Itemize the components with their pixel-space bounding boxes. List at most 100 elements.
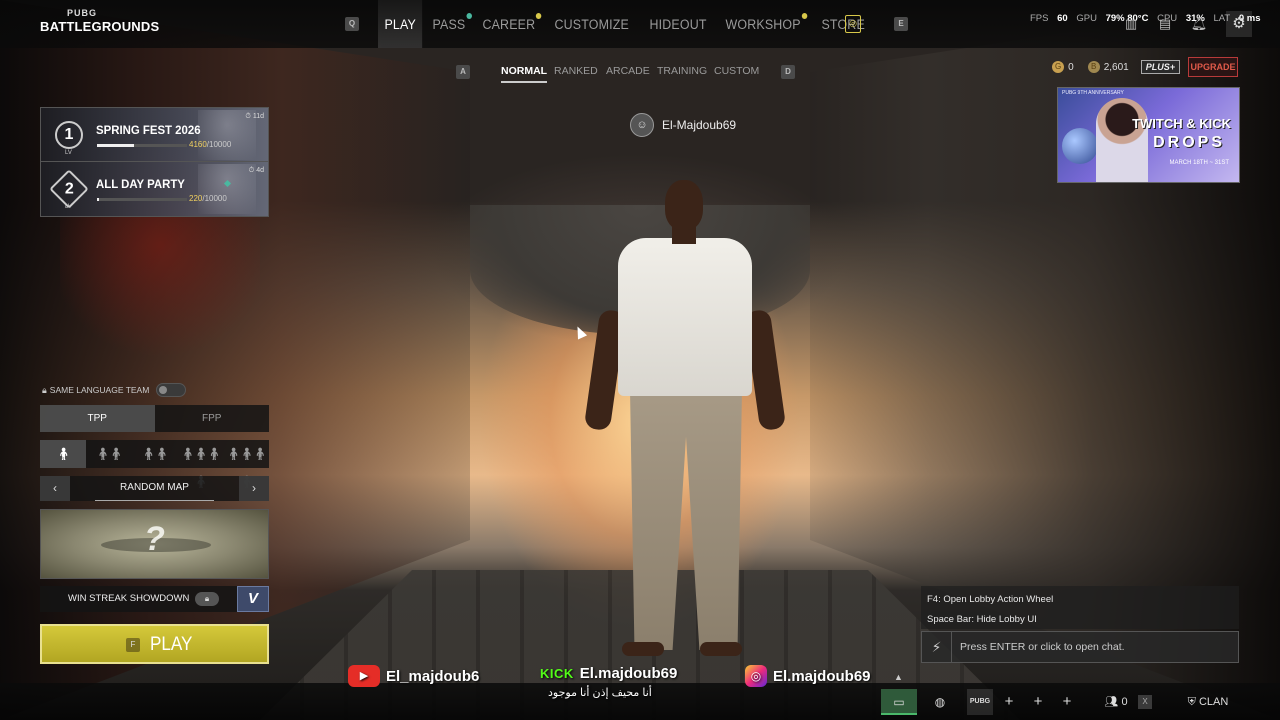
notification-dot xyxy=(466,13,473,19)
event-title: SPRING FEST 2026 xyxy=(96,123,201,137)
squad-size-selector: 🧍︎ 🧍︎🧍︎ 🧍︎🧍︎ 🧍︎🧍︎🧍︎🧍︎ 🧍︎🧍︎🧍︎🧍︎ xyxy=(40,440,269,489)
squad-squad-icon[interactable]: 🧍︎🧍︎🧍︎🧍︎ xyxy=(177,440,223,489)
days-value: 11d xyxy=(252,113,264,120)
clan-icon: ⛨ xyxy=(1187,696,1196,708)
map-placeholder: ? xyxy=(144,520,165,558)
youtube-handle: ▶ El_majdoub6 xyxy=(348,665,479,687)
character-foot xyxy=(700,642,742,656)
news-icon[interactable]: ▤ xyxy=(1156,16,1174,32)
mode-next-key[interactable]: D xyxy=(781,65,795,79)
plus-badge[interactable]: PLUS+ xyxy=(1140,60,1180,74)
fps-stat: FPS 60 xyxy=(1030,13,1068,24)
event-art xyxy=(198,164,256,214)
map-preview[interactable]: ? xyxy=(40,509,269,579)
add-teammate-button[interactable]: + xyxy=(1056,689,1078,715)
perspective-tpp[interactable]: TPP xyxy=(40,405,155,432)
chevron-right-icon[interactable]: › xyxy=(239,476,269,501)
upgrade-button[interactable]: UPGRADE xyxy=(1188,57,1238,77)
mode-tab-custom[interactable]: CUSTOM xyxy=(714,65,759,77)
play-hotkey: F xyxy=(126,638,140,652)
globe-icon[interactable]: ◍ xyxy=(929,689,951,715)
event-badge-icon[interactable]: ◎ xyxy=(845,15,861,33)
nav-workshop[interactable]: WORKSHOP xyxy=(719,0,808,48)
level-label: LV xyxy=(65,204,72,210)
same-language-toggle[interactable] xyxy=(156,383,187,397)
event-days-left: ⏱ 4d xyxy=(248,167,264,174)
nav-pass-label: PASS xyxy=(432,17,466,32)
nav-hideout[interactable]: HIDEOUT xyxy=(643,0,713,48)
same-language-label: SAME LANGUAGE TEAM xyxy=(49,385,150,395)
kick-handle: KICK El.majdoub69 xyxy=(540,665,677,682)
notification-dot xyxy=(801,13,808,19)
event-card-spring-fest[interactable]: 1 LV SPRING FEST 2026 4160/10000 ⏱ 11d xyxy=(40,107,269,162)
play-label: PLAY xyxy=(150,634,193,655)
mode-tab-ranked[interactable]: RANKED xyxy=(554,65,598,77)
friends-button[interactable]: 👥︎ 0 xyxy=(1096,689,1136,715)
bp-icon: B xyxy=(1087,61,1100,73)
bolt-icon[interactable]: ⚡︎ xyxy=(922,632,952,662)
clan-button[interactable]: ⛨ CLAN xyxy=(1178,689,1238,715)
bp-amount: 2,601 xyxy=(1103,61,1129,73)
chat-input[interactable]: Press ENTER or click to open chat. xyxy=(960,632,1125,662)
planet-graphic xyxy=(1062,128,1098,164)
friends-icon: 👥︎ xyxy=(1104,696,1119,708)
perspective-fpp[interactable]: FPP xyxy=(155,405,270,432)
event-total: /10000 xyxy=(202,194,227,203)
event-progress-text: 220/10000 xyxy=(189,194,227,203)
mode-prev-key[interactable]: A xyxy=(456,65,470,79)
v-button[interactable]: V xyxy=(237,586,269,612)
event-current: 220 xyxy=(189,194,203,203)
squad-slot[interactable]: PUBG xyxy=(967,689,993,715)
gear-icon[interactable]: ⚙ xyxy=(1226,11,1252,37)
nav-workshop-label: WORKSHOP xyxy=(725,17,801,32)
event-level-value: 2 xyxy=(64,180,74,197)
play-button[interactable]: F PLAY xyxy=(40,624,269,664)
same-language-team: 🔒︎ SAME LANGUAGE TEAM xyxy=(42,383,187,397)
kick-name: El.majdoub69 xyxy=(579,665,678,682)
event-title: ALL DAY PARTY xyxy=(96,177,185,191)
mode-tab-training[interactable]: TRAINING xyxy=(657,65,707,77)
top-bar: PUBG BATTLEGROUNDS Q PLAY PASS CAREER CU… xyxy=(0,0,1280,48)
nav-store[interactable]: STORE xyxy=(815,0,871,48)
chat-box[interactable]: ⚡︎ Press ENTER or click to open chat. xyxy=(921,631,1239,663)
event-progress-text: 4160/10000 xyxy=(189,140,231,149)
chat-icon[interactable]: ▭ xyxy=(881,689,917,715)
player-character[interactable] xyxy=(583,180,787,670)
promo-banner[interactable]: PUBG 9TH ANNIVERSARY TWITCH & KICK DROPS… xyxy=(1057,87,1240,183)
bell-icon[interactable]: 🔔︎ xyxy=(1190,16,1208,32)
nav-play-label: PLAY xyxy=(384,17,417,32)
event-card-all-day-party[interactable]: 2 LV ALL DAY PARTY 220/10000 ⏱ 4d xyxy=(40,162,269,217)
nav-career[interactable]: CAREER xyxy=(476,0,542,48)
chevron-left-icon[interactable]: ‹ xyxy=(40,476,70,501)
add-teammate-button[interactable]: + xyxy=(998,689,1020,715)
character-pants xyxy=(630,390,742,650)
nav-pass[interactable]: PASS xyxy=(426,0,473,48)
kick-subtitle: أنا محيف إذن أنا موجود xyxy=(548,687,652,699)
squad-solo-icon[interactable]: 🧍︎ xyxy=(40,440,86,468)
lock-toggle-icon[interactable]: 🔒︎ xyxy=(195,592,219,606)
instagram-handle: ◎ El.majdoub69 xyxy=(745,665,871,687)
days-value: 4d xyxy=(256,167,264,174)
mode-tab-arcade[interactable]: ARCADE xyxy=(606,65,650,77)
add-teammate-button[interactable]: + xyxy=(1027,689,1049,715)
gift-icon[interactable]: ▥ xyxy=(1122,16,1140,32)
mode-tab-normal[interactable]: NORMAL xyxy=(501,65,548,83)
level-label: LV xyxy=(65,150,72,156)
character-head xyxy=(665,180,703,230)
squad-trio-icon[interactable]: 🧍︎🧍︎ xyxy=(132,440,178,468)
friends-hotkey: X xyxy=(1138,695,1152,709)
logo-line2: BATTLEGROUNDS xyxy=(40,19,160,34)
player-nameplate[interactable]: ☺ El-Majdoub69 xyxy=(630,113,736,137)
nav-next-key[interactable]: E xyxy=(894,17,908,31)
squad-plus-icon[interactable]: 🧍︎🧍︎🧍︎🧍︎ xyxy=(223,440,269,489)
chevron-up-icon[interactable]: ▲ xyxy=(894,672,903,682)
clan-label: CLAN xyxy=(1198,696,1229,708)
nav-customize[interactable]: CUSTOMIZE xyxy=(548,0,635,48)
perspective-selector: TPP FPP xyxy=(40,405,269,432)
squad-duo-icon[interactable]: 🧍︎🧍︎ xyxy=(86,440,132,468)
event-progress-bar xyxy=(97,198,187,201)
nav-play[interactable]: PLAY xyxy=(378,0,423,48)
hint-hide-ui: Space Bar: Hide Lobby UI xyxy=(927,614,1037,625)
fps-value: 60 xyxy=(1057,13,1068,24)
nav-prev-key[interactable]: Q xyxy=(345,17,359,31)
